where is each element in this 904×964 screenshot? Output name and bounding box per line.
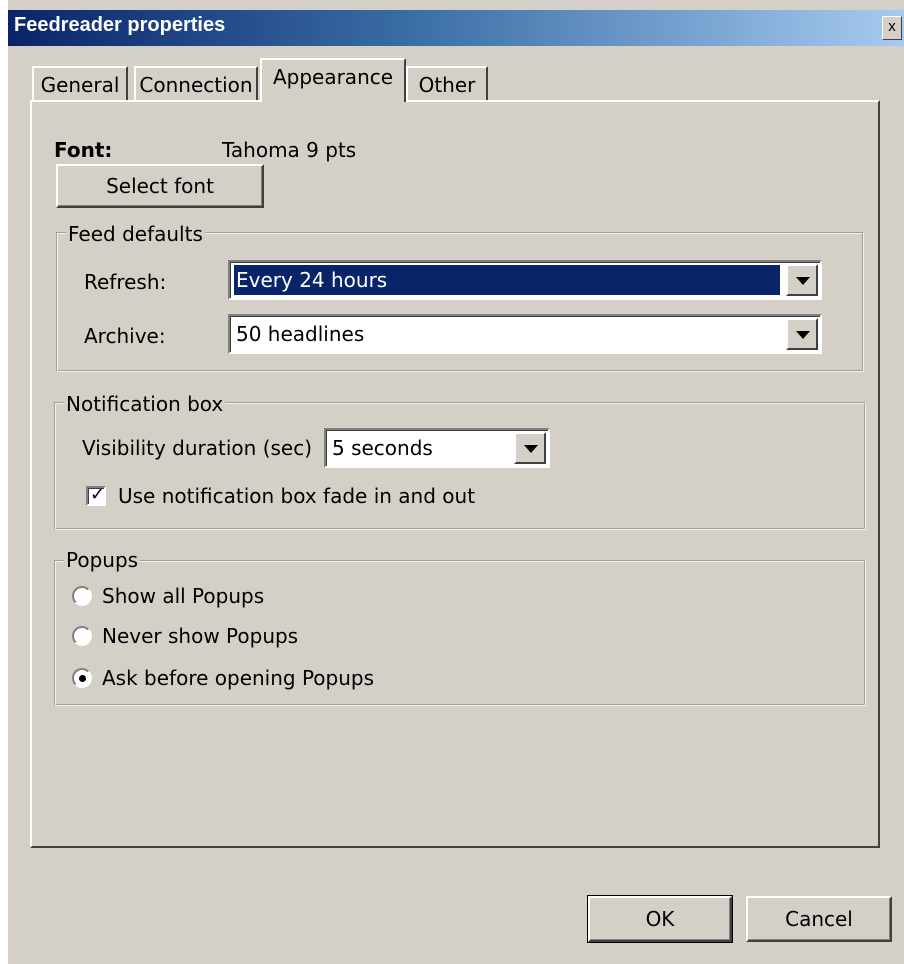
radio-show-all-popups[interactable] [72,586,92,606]
window-title: Feedreader properties [14,14,226,36]
refresh-select[interactable]: Every 24 hours [228,260,822,300]
popups-legend: Popups [64,548,141,572]
check-icon: ✓ [90,484,106,505]
radio-ask-before-popups[interactable] [72,668,92,688]
close-icon[interactable]: x [882,16,902,40]
fade-label: Use notification box fade in and out [118,484,476,508]
archive-label: Archive: [84,324,166,348]
archive-value: 50 headlines [236,322,365,346]
chevron-down-icon[interactable] [786,318,818,350]
refresh-label: Refresh: [84,270,167,294]
visibility-duration-label: Visibility duration (sec) [82,436,313,460]
title-bar[interactable]: Feedreader properties x [8,10,904,46]
archive-select[interactable]: 50 headlines [228,314,822,354]
ask-before-popups-label: Ask before opening Popups [102,666,375,690]
tab-general[interactable]: General [32,66,128,100]
show-all-popups-label: Show all Popups [102,584,265,608]
font-label: Font: [54,138,113,162]
notification-legend: Notification box [64,392,226,416]
never-show-popups-label: Never show Popups [102,624,299,648]
radio-selected-dot [79,675,86,682]
chevron-down-icon[interactable] [514,432,546,464]
window-edge [0,0,8,964]
feed-defaults-legend: Feed defaults [66,222,205,246]
radio-never-show-popups[interactable] [72,626,92,646]
ok-button[interactable]: OK [587,895,733,943]
tab-other[interactable]: Other [406,66,488,100]
refresh-value: Every 24 hours [234,265,780,295]
visibility-duration-value: 5 seconds [332,436,433,460]
cancel-button[interactable]: Cancel [746,896,892,942]
font-value: Tahoma 9 pts [222,138,357,162]
fade-checkbox[interactable]: ✓ [86,484,106,506]
chevron-down-icon[interactable] [786,264,818,296]
visibility-duration-select[interactable]: 5 seconds [324,428,550,468]
tab-appearance[interactable]: Appearance [260,58,406,102]
select-font-button[interactable]: Select font [56,164,264,208]
properties-dialog: Feedreader properties x General Connecti… [0,0,904,964]
tab-connection[interactable]: Connection [134,66,258,100]
